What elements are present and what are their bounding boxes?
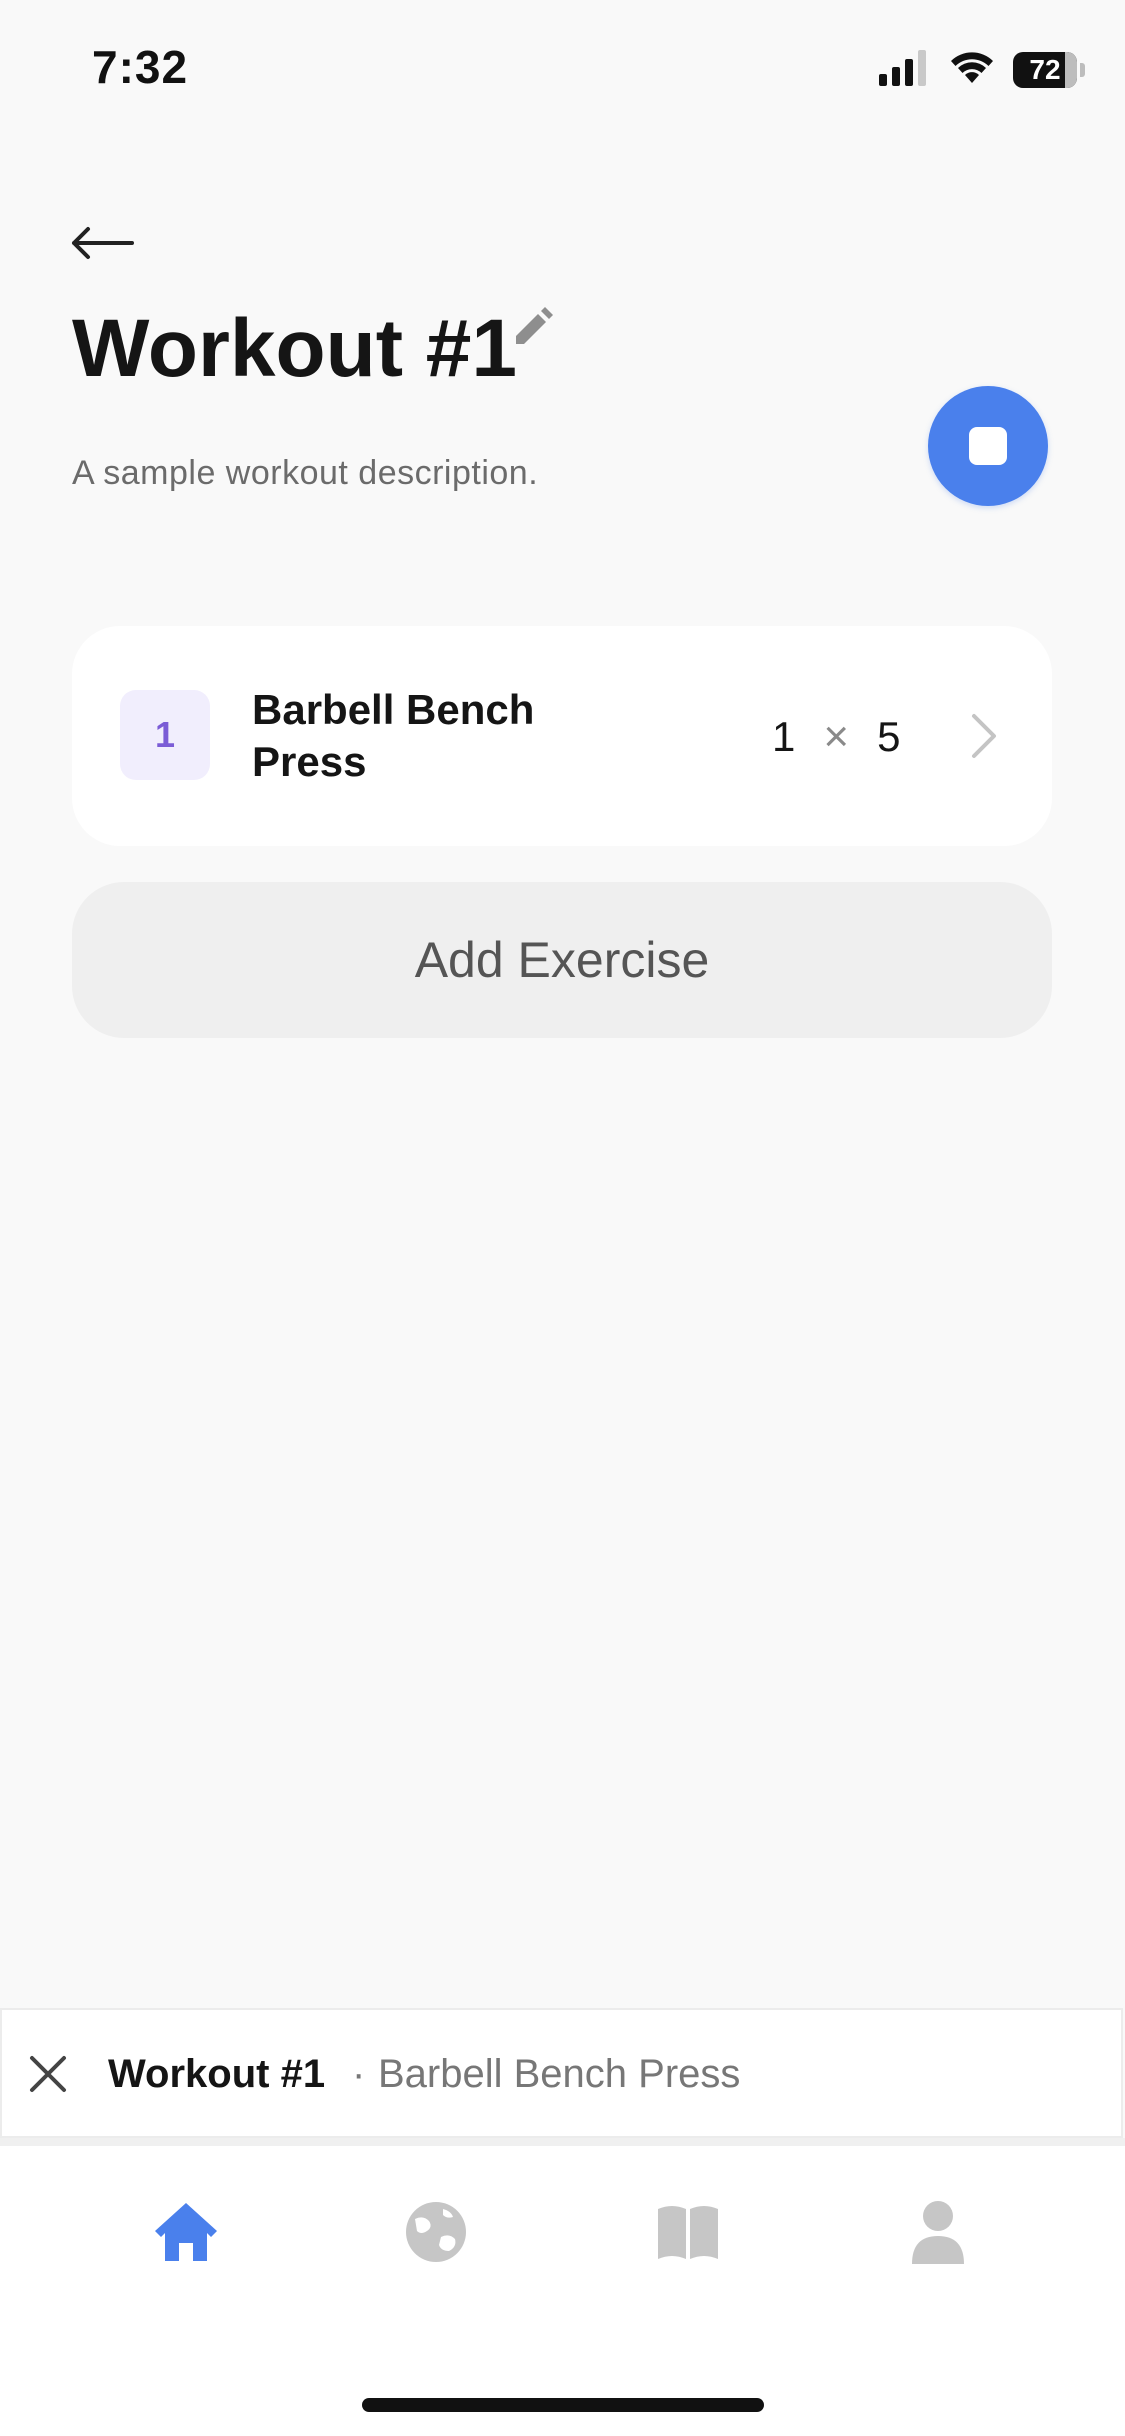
book-icon [656, 2203, 720, 2266]
tab-profile[interactable] [902, 2198, 974, 2270]
back-button[interactable] [70, 210, 150, 280]
status-bar: 7:32 72 [0, 0, 1125, 140]
active-workout-separator: · [352, 2052, 366, 2096]
battery-level: 72 [1029, 54, 1061, 85]
page-title: Workout #1 [72, 303, 517, 394]
battery-icon: 72 [1013, 52, 1085, 88]
times-symbol: × [823, 712, 850, 761]
status-time: 7:32 [92, 41, 189, 93]
exercise-index-badge: 1 [120, 690, 210, 780]
exercise-name: Barbell Bench Press [252, 686, 535, 785]
active-workout-exercise: Barbell Bench Press [378, 2052, 741, 2096]
signal-icon [879, 49, 931, 91]
tab-home[interactable] [150, 2198, 222, 2270]
globe-icon [405, 2201, 467, 2268]
page-description: A sample workout description. [72, 454, 539, 492]
chevron-right-icon [964, 710, 1004, 762]
wifi-icon [949, 50, 995, 91]
edit-title-button[interactable] [510, 306, 558, 354]
pencil-icon [510, 307, 554, 354]
exercise-sets: 1 [772, 713, 796, 760]
stop-icon [969, 427, 1007, 465]
arrow-left-icon [70, 225, 134, 266]
exercise-reps: 5 [877, 713, 901, 760]
home-icon [153, 2201, 219, 2268]
status-icons: 72 [879, 48, 1085, 92]
exercise-card[interactable]: 1 Barbell Bench Press 1 × 5 [72, 626, 1052, 846]
tab-library[interactable] [652, 2198, 724, 2270]
person-icon [910, 2200, 966, 2269]
divider [0, 2138, 1125, 2146]
stop-workout-button[interactable] [928, 386, 1048, 506]
home-indicator [362, 2398, 764, 2412]
tab-explore[interactable] [400, 2198, 472, 2270]
tab-bar [0, 2146, 1125, 2436]
active-workout-bar[interactable]: Workout #1 · Barbell Bench Press [0, 2008, 1123, 2138]
close-icon[interactable] [26, 2052, 70, 2096]
add-exercise-button[interactable]: Add Exercise [72, 882, 1052, 1038]
active-workout-title: Workout #1 [108, 2052, 326, 2096]
exercise-set-scheme: 1 × 5 [772, 702, 900, 772]
